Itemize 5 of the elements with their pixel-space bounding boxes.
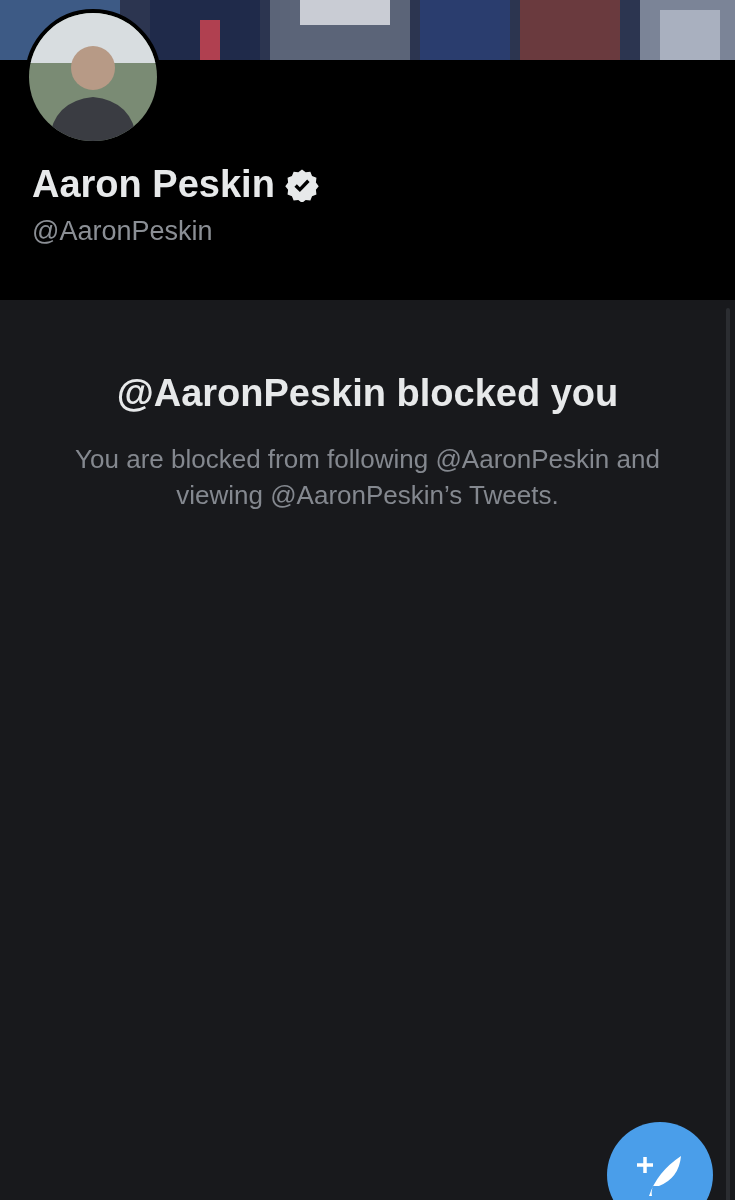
profile-name: Aaron Peskin: [32, 163, 275, 206]
blocked-title: @AaronPeskin blocked you: [116, 372, 619, 415]
compose-button[interactable]: [607, 1122, 713, 1200]
blocked-message: You are blocked from following @AaronPeskin and viewing @AaronPeskin’s Tweets.: [74, 443, 661, 512]
profile-handle: @AaronPeskin: [32, 216, 214, 247]
